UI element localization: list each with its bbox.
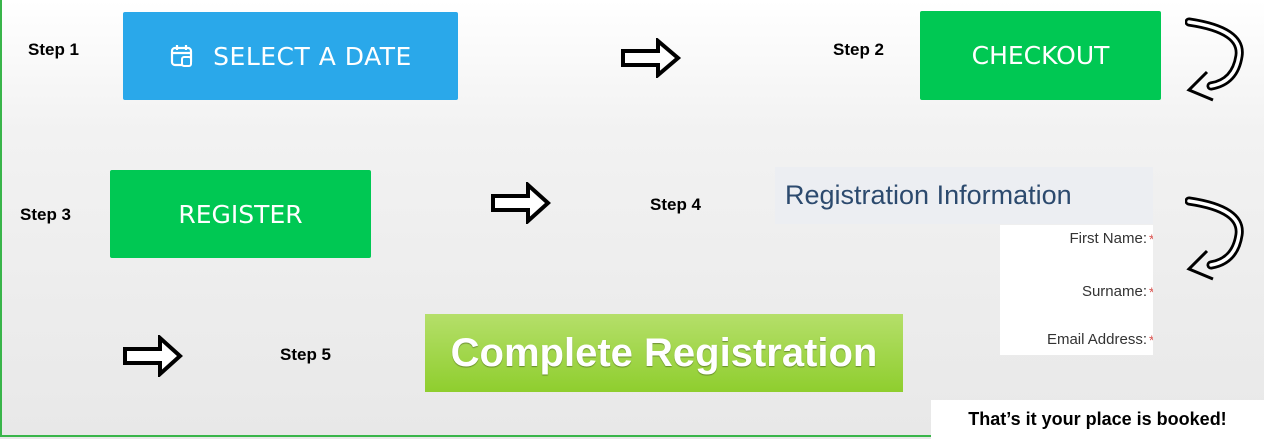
step-2-label: Step 2 <box>833 40 885 59</box>
curved-return-arrow-icon <box>1185 196 1244 281</box>
email-label: Email Address: <box>1046 331 1147 348</box>
curved-return-arrow-icon <box>1185 17 1244 102</box>
complete-registration-label: Complete Registration <box>450 330 878 375</box>
email-field[interactable]: Email Address: * <box>1047 331 1153 348</box>
required-marker: * <box>1149 332 1153 348</box>
right-arrow-icon <box>621 38 682 78</box>
step-5-label: Step 5 <box>280 345 332 364</box>
first-name-field[interactable]: First Name: * <box>1069 230 1153 247</box>
right-arrow-icon <box>491 182 551 224</box>
step-1-label: Step 1 <box>28 40 80 59</box>
step-3-label: Step 3 <box>20 205 72 224</box>
first-name-label: First Name: <box>1069 230 1147 247</box>
checkout-label: CHECKOUT <box>971 41 1110 70</box>
registration-info-title: Registration Information <box>775 167 1153 224</box>
closing-note: That’s it your place is booked! <box>931 400 1264 439</box>
required-marker: * <box>1149 284 1153 300</box>
select-date-label: SELECT A DATE <box>213 41 412 71</box>
step-4-label: Step 4 <box>650 195 702 214</box>
right-arrow-icon <box>123 335 183 377</box>
surname-label: Surname: <box>1081 283 1147 300</box>
calendar-icon <box>171 45 193 67</box>
required-marker: * <box>1149 231 1153 247</box>
register-button[interactable]: REGISTER <box>110 170 371 258</box>
surname-field[interactable]: Surname: * <box>1082 283 1153 300</box>
select-date-button[interactable]: SELECT A DATE <box>123 12 458 100</box>
registration-form: First Name: * Surname: * Email Address: … <box>1000 225 1153 355</box>
complete-registration-button[interactable]: Complete Registration <box>425 314 903 392</box>
checkout-button[interactable]: CHECKOUT <box>920 11 1161 100</box>
register-label: REGISTER <box>178 199 303 229</box>
